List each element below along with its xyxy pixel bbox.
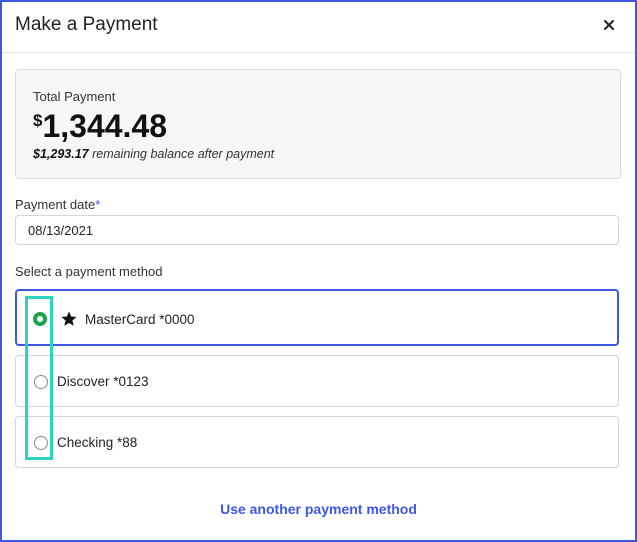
total-payment-value: 1,344.48: [42, 108, 168, 144]
payment-dialog: Make a Payment Total Payment $1,344.48 $…: [0, 0, 637, 542]
dialog-header: Make a Payment: [2, 2, 635, 53]
currency-symbol: $: [33, 111, 43, 130]
payment-method-label: Select a payment method: [15, 264, 163, 279]
remaining-balance-text: $1,293.17 remaining balance after paymen…: [33, 147, 274, 161]
remaining-balance-amount: $1,293.17: [33, 147, 89, 161]
payment-option-label: Checking *88: [57, 435, 138, 450]
payment-option-mastercard[interactable]: MasterCard *0000: [15, 289, 619, 346]
radio-mastercard[interactable]: [33, 312, 47, 326]
close-icon[interactable]: [598, 14, 620, 36]
payment-option-label: Discover *0123: [57, 374, 149, 389]
use-another-payment-method-link[interactable]: Use another payment method: [2, 501, 635, 517]
total-payment-amount: $1,344.48: [33, 108, 167, 145]
payment-summary-card: Total Payment $1,344.48 $1,293.17 remain…: [15, 69, 621, 179]
payment-option-label: MasterCard *0000: [85, 312, 195, 327]
radio-discover[interactable]: [34, 375, 48, 389]
star-icon: [60, 310, 78, 328]
radio-checking[interactable]: [34, 436, 48, 450]
remaining-balance-label: remaining balance after payment: [88, 147, 275, 161]
required-marker: *: [95, 197, 101, 212]
payment-date-label: Payment date*: [15, 197, 100, 212]
payment-date-label-text: Payment date: [15, 197, 96, 212]
payment-option-discover[interactable]: Discover *0123: [15, 355, 619, 407]
payment-date-input[interactable]: [15, 215, 619, 245]
payment-option-checking[interactable]: Checking *88: [15, 416, 619, 468]
total-payment-label: Total Payment: [33, 89, 116, 104]
dialog-title: Make a Payment: [15, 14, 158, 35]
